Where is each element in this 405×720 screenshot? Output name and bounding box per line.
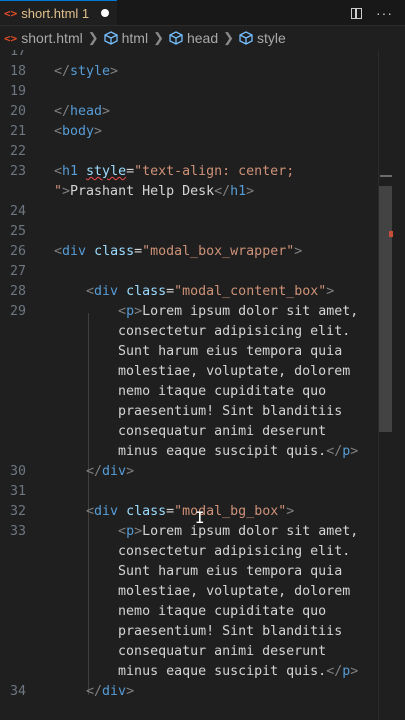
code-text: <div class="modal_bg_box">: [86, 504, 295, 519]
code-text: <div class="modal_box_wrapper">: [54, 244, 303, 259]
code-text: molestiae, voluptate, dolorem: [118, 364, 351, 379]
error-ruler-marker: [389, 231, 393, 237]
code-text: </div>: [86, 464, 135, 479]
code-text: </head>: [54, 104, 111, 119]
code-text: ">Prashant Help Desk</h1>: [54, 184, 255, 199]
code-text: </div>: [86, 684, 135, 699]
code-text: minus eaque suscipit quis.</p>: [118, 664, 359, 679]
html-file-icon: <>: [4, 6, 18, 20]
tab-title: short.html 1: [21, 5, 90, 21]
code-text: nemo itaque cupiditate quo: [118, 384, 327, 399]
code-text: Sunt harum eius tempora quia: [118, 344, 343, 359]
chevron-right-icon: ❯: [223, 30, 235, 45]
breadcrumb-label: style: [257, 30, 286, 46]
text-cursor-icon: I: [195, 508, 205, 527]
chevron-right-icon: ❯: [87, 30, 99, 45]
code-text: consectetur adipisicing elit.: [118, 544, 351, 559]
line-number: 32: [9, 504, 26, 519]
code-editor[interactable]: 17 18 </style> 19 20 </head> 21 <body> 22 23 <h1 s…: [0, 50, 378, 720]
breadcrumb: <> short.html ❯ html ❯ head ❯ style: [0, 26, 405, 50]
line-number: 24: [9, 204, 26, 219]
code-text: Sunt harum eius tempora quia: [118, 564, 343, 579]
breadcrumb-file[interactable]: <> short.html: [4, 30, 83, 46]
breadcrumb-label: html: [121, 30, 149, 46]
breadcrumb-item-head[interactable]: head: [169, 30, 218, 46]
line-number: 17: [9, 50, 26, 59]
code-text: praesentium! Sint blanditiis: [118, 404, 343, 419]
line-number: 33: [9, 524, 26, 539]
element-cube-icon: [239, 31, 253, 45]
element-cube-icon: [169, 31, 183, 45]
code-text: <body>: [54, 124, 103, 139]
chevron-right-icon: ❯: [153, 30, 164, 45]
code-text: <p>Lorem ipsum dolor sit amet,: [118, 304, 359, 319]
tab-actions: ···: [351, 6, 405, 20]
more-actions-icon[interactable]: ···: [376, 6, 393, 20]
editor-tab-bar: <> short.html 1 ···: [0, 0, 405, 26]
code-text: <h1 style="text-align: center;: [54, 164, 295, 179]
line-number: 20: [9, 104, 26, 119]
code-text: consequatur animi deserunt: [118, 644, 327, 659]
html-file-icon: <>: [4, 31, 18, 45]
code-text: consequatur animi deserunt: [118, 424, 327, 439]
unsaved-dot-icon[interactable]: [101, 9, 110, 17]
cursor-ruler-marker: [380, 175, 392, 177]
code-text: praesentium! Sint blanditiis: [118, 624, 343, 639]
breadcrumb-item-html[interactable]: html: [103, 30, 149, 46]
code-text: </style>: [54, 64, 119, 79]
line-number: 31: [9, 484, 26, 499]
line-number: 30: [9, 464, 26, 479]
breadcrumb-item-style[interactable]: style: [239, 30, 286, 46]
line-number: 29: [9, 304, 26, 319]
vertical-scrollbar-thumb[interactable]: [379, 186, 392, 432]
code-text: <p>Lorem ipsum dolor sit amet,: [118, 524, 359, 539]
line-number: 28: [9, 284, 26, 299]
line-number: 21: [9, 124, 26, 139]
element-cube-icon: [103, 31, 118, 45]
breadcrumb-label: head: [186, 30, 219, 46]
code-text: consectetur adipisicing elit.: [118, 324, 351, 339]
line-number: 22: [9, 144, 26, 159]
code-text: minus eaque suscipit quis.</p>: [118, 444, 359, 459]
code-text: molestiae, voluptate, dolorem: [118, 584, 351, 599]
line-number: 23: [9, 164, 26, 179]
breadcrumb-file-label: short.html: [21, 30, 83, 46]
line-number: 18: [9, 64, 26, 79]
code-text: nemo itaque cupiditate quo: [118, 604, 327, 619]
split-editor-icon[interactable]: [351, 7, 362, 19]
code-text: <div class="modal_content_box">: [86, 284, 335, 299]
line-number: 27: [9, 264, 26, 279]
line-number: 34: [9, 684, 26, 699]
tab-short-html[interactable]: <> short.html 1: [0, 0, 118, 25]
line-number: 19: [9, 84, 26, 99]
line-number: 26: [9, 244, 26, 259]
line-number: 25: [9, 224, 26, 239]
